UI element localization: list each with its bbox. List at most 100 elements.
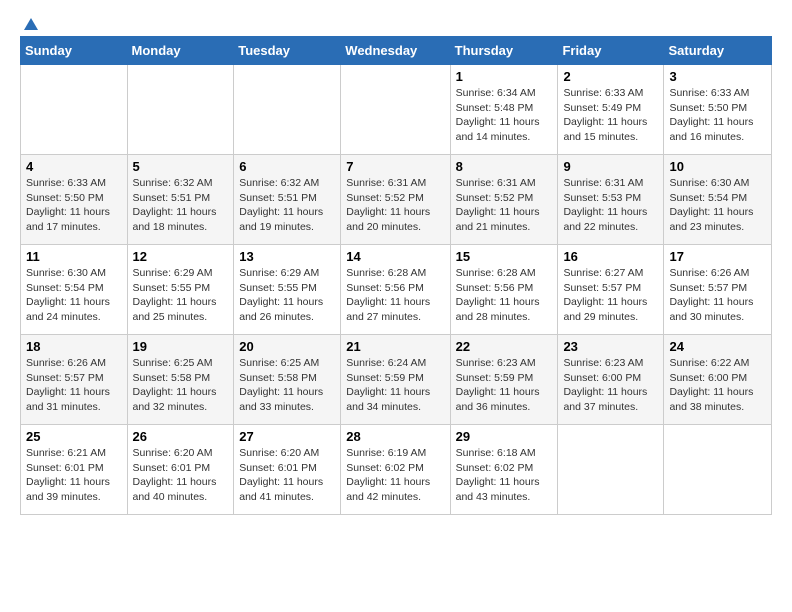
- day-cell: 18 Sunrise: 6:26 AM Sunset: 5:57 PM Dayli…: [21, 335, 128, 425]
- day-cell: 8 Sunrise: 6:31 AM Sunset: 5:52 PM Daylig…: [450, 155, 558, 245]
- day-number: 20: [239, 339, 335, 354]
- day-number: 15: [456, 249, 553, 264]
- day-cell: 25 Sunrise: 6:21 AM Sunset: 6:01 PM Dayli…: [21, 425, 128, 515]
- day-cell: 27 Sunrise: 6:20 AM Sunset: 6:01 PM Dayli…: [234, 425, 341, 515]
- day-cell: 9Sunrise: 6:31 AM Sunset: 5:53 PM Daylig…: [558, 155, 664, 245]
- day-number: 18: [26, 339, 122, 354]
- calendar-body: 1Sunrise: 6:34 AM Sunset: 5:48 PM Daylig…: [21, 65, 772, 515]
- week-row-1: 1Sunrise: 6:34 AM Sunset: 5:48 PM Daylig…: [21, 65, 772, 155]
- header-cell-wednesday: Wednesday: [341, 37, 450, 65]
- day-cell: [341, 65, 450, 155]
- day-cell: 15 Sunrise: 6:28 AM Sunset: 5:56 PM Dayli…: [450, 245, 558, 335]
- day-info: Sunrise: 6:33 AM Sunset: 5:49 PM Dayligh…: [563, 87, 647, 143]
- day-cell: 5Sunrise: 6:32 AM Sunset: 5:51 PM Daylig…: [127, 155, 234, 245]
- day-info: Sunrise: 6:26 AM Sunset: 5:57 PM Dayligh…: [26, 357, 110, 413]
- day-info: Sunrise: 6:29 AM Sunset: 5:55 PM Dayligh…: [133, 267, 217, 323]
- day-info: Sunrise: 6:31 AM Sunset: 5:52 PM Dayligh…: [456, 177, 540, 233]
- day-info: Sunrise: 6:29 AM Sunset: 5:55 PM Dayligh…: [239, 267, 323, 323]
- day-info: Sunrise: 6:33 AM Sunset: 5:50 PM Dayligh…: [26, 177, 110, 233]
- day-info: Sunrise: 6:18 AM Sunset: 6:02 PM Dayligh…: [456, 447, 540, 503]
- day-cell: 12 Sunrise: 6:29 AM Sunset: 5:55 PM Dayli…: [127, 245, 234, 335]
- day-cell: 7 Sunrise: 6:31 AM Sunset: 5:52 PM Daylig…: [341, 155, 450, 245]
- day-number: 21: [346, 339, 444, 354]
- day-info: Sunrise: 6:25 AM Sunset: 5:58 PM Dayligh…: [133, 357, 217, 413]
- day-number: 12: [133, 249, 229, 264]
- day-number: 8: [456, 159, 553, 174]
- day-number: 7: [346, 159, 444, 174]
- day-number: 4: [26, 159, 122, 174]
- day-info: Sunrise: 6:28 AM Sunset: 5:56 PM Dayligh…: [456, 267, 540, 323]
- day-info: Sunrise: 6:20 AM Sunset: 6:01 PM Dayligh…: [239, 447, 323, 503]
- day-cell: [558, 425, 664, 515]
- week-row-2: 4 Sunrise: 6:33 AM Sunset: 5:50 PM Daylig…: [21, 155, 772, 245]
- day-cell: 3 Sunrise: 6:33 AM Sunset: 5:50 PM Daylig…: [664, 65, 772, 155]
- day-info: Sunrise: 6:25 AM Sunset: 5:58 PM Dayligh…: [239, 357, 323, 413]
- day-cell: 10 Sunrise: 6:30 AM Sunset: 5:54 PM Dayli…: [664, 155, 772, 245]
- day-info: Sunrise: 6:32 AM Sunset: 5:51 PM Dayligh…: [239, 177, 323, 233]
- header-cell-tuesday: Tuesday: [234, 37, 341, 65]
- day-number: 28: [346, 429, 444, 444]
- day-cell: 23 Sunrise: 6:23 AM Sunset: 6:00 PM Dayli…: [558, 335, 664, 425]
- day-info: Sunrise: 6:31 AM Sunset: 5:52 PM Dayligh…: [346, 177, 430, 233]
- week-row-5: 25 Sunrise: 6:21 AM Sunset: 6:01 PM Dayli…: [21, 425, 772, 515]
- day-cell: [664, 425, 772, 515]
- header-cell-saturday: Saturday: [664, 37, 772, 65]
- day-info: Sunrise: 6:23 AM Sunset: 6:00 PM Dayligh…: [563, 357, 647, 413]
- day-number: 3: [669, 69, 766, 84]
- day-info: Sunrise: 6:28 AM Sunset: 5:56 PM Dayligh…: [346, 267, 430, 323]
- day-number: 19: [133, 339, 229, 354]
- day-number: 10: [669, 159, 766, 174]
- header-cell-friday: Friday: [558, 37, 664, 65]
- day-info: Sunrise: 6:30 AM Sunset: 5:54 PM Dayligh…: [26, 267, 110, 323]
- day-cell: 13 Sunrise: 6:29 AM Sunset: 5:55 PM Dayli…: [234, 245, 341, 335]
- day-info: Sunrise: 6:34 AM Sunset: 5:48 PM Dayligh…: [456, 87, 540, 143]
- week-row-4: 18 Sunrise: 6:26 AM Sunset: 5:57 PM Dayli…: [21, 335, 772, 425]
- day-number: 2: [563, 69, 658, 84]
- day-info: Sunrise: 6:30 AM Sunset: 5:54 PM Dayligh…: [669, 177, 753, 233]
- day-number: 26: [133, 429, 229, 444]
- day-cell: [234, 65, 341, 155]
- day-cell: 22 Sunrise: 6:23 AM Sunset: 5:59 PM Dayli…: [450, 335, 558, 425]
- day-info: Sunrise: 6:27 AM Sunset: 5:57 PM Dayligh…: [563, 267, 647, 323]
- day-number: 5: [133, 159, 229, 174]
- day-number: 29: [456, 429, 553, 444]
- day-cell: [21, 65, 128, 155]
- day-number: 23: [563, 339, 658, 354]
- header-row: SundayMondayTuesdayWednesdayThursdayFrid…: [21, 37, 772, 65]
- page-header: [20, 16, 772, 30]
- day-number: 22: [456, 339, 553, 354]
- day-info: Sunrise: 6:26 AM Sunset: 5:57 PM Dayligh…: [669, 267, 753, 323]
- day-info: Sunrise: 6:21 AM Sunset: 6:01 PM Dayligh…: [26, 447, 110, 503]
- day-number: 25: [26, 429, 122, 444]
- day-number: 27: [239, 429, 335, 444]
- day-cell: 4 Sunrise: 6:33 AM Sunset: 5:50 PM Daylig…: [21, 155, 128, 245]
- logo-icon: [22, 16, 40, 34]
- day-cell: 28 Sunrise: 6:19 AM Sunset: 6:02 PM Dayli…: [341, 425, 450, 515]
- day-number: 16: [563, 249, 658, 264]
- day-cell: 21 Sunrise: 6:24 AM Sunset: 5:59 PM Dayli…: [341, 335, 450, 425]
- day-cell: 1Sunrise: 6:34 AM Sunset: 5:48 PM Daylig…: [450, 65, 558, 155]
- header-cell-thursday: Thursday: [450, 37, 558, 65]
- day-info: Sunrise: 6:31 AM Sunset: 5:53 PM Dayligh…: [563, 177, 647, 233]
- day-cell: 17 Sunrise: 6:26 AM Sunset: 5:57 PM Dayli…: [664, 245, 772, 335]
- day-number: 13: [239, 249, 335, 264]
- day-cell: 29 Sunrise: 6:18 AM Sunset: 6:02 PM Dayli…: [450, 425, 558, 515]
- day-number: 11: [26, 249, 122, 264]
- day-number: 17: [669, 249, 766, 264]
- day-number: 14: [346, 249, 444, 264]
- logo: [20, 16, 40, 30]
- day-info: Sunrise: 6:23 AM Sunset: 5:59 PM Dayligh…: [456, 357, 540, 413]
- day-cell: 19 Sunrise: 6:25 AM Sunset: 5:58 PM Dayli…: [127, 335, 234, 425]
- day-info: Sunrise: 6:19 AM Sunset: 6:02 PM Dayligh…: [346, 447, 430, 503]
- calendar-header: SundayMondayTuesdayWednesdayThursdayFrid…: [21, 37, 772, 65]
- day-info: Sunrise: 6:20 AM Sunset: 6:01 PM Dayligh…: [133, 447, 217, 503]
- header-cell-sunday: Sunday: [21, 37, 128, 65]
- day-info: Sunrise: 6:33 AM Sunset: 5:50 PM Dayligh…: [669, 87, 753, 143]
- header-cell-monday: Monday: [127, 37, 234, 65]
- week-row-3: 11 Sunrise: 6:30 AM Sunset: 5:54 PM Dayli…: [21, 245, 772, 335]
- day-cell: 11 Sunrise: 6:30 AM Sunset: 5:54 PM Dayli…: [21, 245, 128, 335]
- calendar-table: SundayMondayTuesdayWednesdayThursdayFrid…: [20, 36, 772, 515]
- day-info: Sunrise: 6:24 AM Sunset: 5:59 PM Dayligh…: [346, 357, 430, 413]
- day-number: 24: [669, 339, 766, 354]
- day-cell: 26 Sunrise: 6:20 AM Sunset: 6:01 PM Dayli…: [127, 425, 234, 515]
